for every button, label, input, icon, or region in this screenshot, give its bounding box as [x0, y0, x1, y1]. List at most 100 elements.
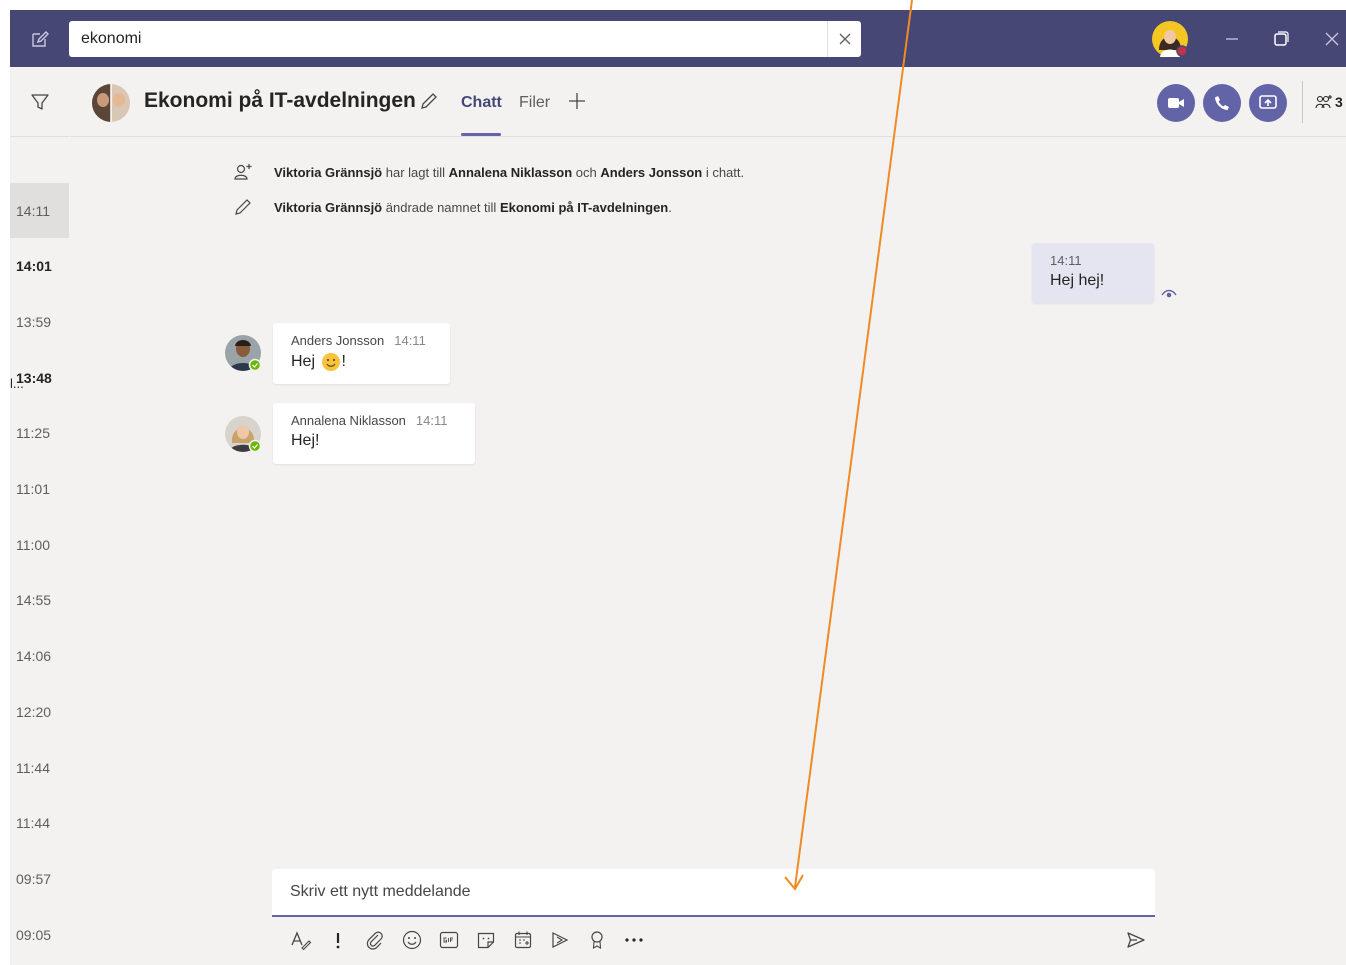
participants-button[interactable]: 3: [1302, 81, 1346, 123]
compose-icon: [31, 30, 49, 47]
chat-list-item-time[interactable]: 14:01: [10, 239, 69, 294]
system-message: Viktoria Grännsjö ändrade namnet till Ek…: [231, 196, 672, 218]
system-message: Viktoria Grännsjö har lagt till Annalena…: [231, 161, 744, 183]
emoji-icon: [402, 930, 422, 950]
pencil-icon: [421, 93, 437, 109]
smile-emoji: [322, 353, 341, 371]
share-screen-button[interactable]: [1249, 84, 1287, 122]
edit-name-button[interactable]: [419, 91, 441, 113]
target-name: Ekonomi på IT-avdelningen: [499, 199, 669, 215]
message-meta: Annalena Niklasson 14:11: [291, 413, 457, 428]
user-avatar[interactable]: [1151, 20, 1189, 58]
chat-list-item-time[interactable]: 11:00: [10, 517, 69, 572]
avatar-annalena-niklasson[interactable]: [224, 415, 262, 453]
paperclip-icon: [366, 931, 383, 950]
target-name[interactable]: Anders Jonsson: [600, 165, 702, 180]
video-camera-icon: [1168, 98, 1184, 108]
format-button[interactable]: [288, 927, 314, 953]
chat-header: Ekonomi på IT-avdelningen Chatt Filer 3: [70, 67, 1346, 137]
chat-list-item-time[interactable]: 09:57: [10, 851, 69, 906]
pencil-icon: [231, 196, 255, 218]
format-icon: [291, 931, 312, 950]
system-text: har lagt till: [382, 164, 449, 180]
my-message-bubble[interactable]: 14:11 Hej hej!: [1032, 243, 1154, 303]
message-time: 14:11: [1050, 253, 1082, 268]
message-time: 14:11: [394, 333, 426, 348]
system-text: ändrade namnet till: [382, 199, 500, 215]
chat-list-item-time[interactable]: 13:59: [10, 294, 69, 349]
group-photo-icon: [92, 84, 130, 122]
chat-list-item-time[interactable]: 09:05: [10, 907, 69, 962]
avatar-anders-jonsson[interactable]: [224, 334, 262, 372]
chat-list-item-time[interactable]: 12:20: [10, 684, 69, 739]
chat-list-item-time[interactable]: 11:44: [10, 740, 69, 795]
plus-icon: [569, 93, 585, 109]
share-screen-icon: [1259, 95, 1277, 109]
group-avatar: [92, 84, 130, 122]
send-button[interactable]: [1122, 927, 1150, 953]
tab-chatt[interactable]: Chatt: [461, 94, 502, 112]
message-author[interactable]: Anders Jonsson: [291, 333, 384, 348]
chat-list-item-time[interactable]: 11:25: [10, 406, 69, 461]
chat-list-item-time[interactable]: 11:44: [10, 796, 69, 851]
maximize-button[interactable]: [1265, 23, 1297, 55]
sticker-button[interactable]: [473, 927, 499, 953]
chat-list-item-time[interactable]: 14:06: [10, 629, 69, 684]
compose-box: [272, 869, 1155, 917]
audio-call-button[interactable]: [1203, 84, 1241, 122]
gif-button[interactable]: [436, 927, 462, 953]
praise-button[interactable]: [584, 927, 610, 953]
video-call-button[interactable]: [1157, 84, 1195, 122]
minimize-button[interactable]: [1216, 23, 1248, 55]
chat-title: Ekonomi på IT-avdelningen: [144, 89, 416, 112]
profile-photo-icon: [225, 335, 262, 372]
attach-button[interactable]: [362, 927, 388, 953]
system-text: och: [572, 164, 601, 180]
people-add-icon: [1315, 95, 1332, 109]
message-meta: Anders Jonsson 14:11: [291, 333, 432, 348]
eye-icon: [1161, 289, 1177, 298]
send-icon: [1127, 932, 1145, 948]
title-bar: [10, 10, 1346, 67]
calendar-icon: [514, 931, 532, 949]
minimize-icon: [1226, 38, 1238, 40]
target-name[interactable]: Annalena Niklasson: [449, 165, 573, 180]
new-chat-button[interactable]: [10, 10, 69, 67]
close-icon: [839, 33, 850, 45]
filter-icon: [30, 93, 49, 110]
chat-list-item-time[interactable]: 11:01: [10, 462, 69, 517]
message-bubble[interactable]: Annalena Niklasson 14:11 Hej!: [273, 403, 475, 464]
filter-button[interactable]: [10, 67, 69, 137]
clear-search-button[interactable]: [827, 21, 861, 57]
message-bubble[interactable]: Anders Jonsson 14:11 Hej !: [273, 323, 450, 384]
system-text: .: [668, 199, 672, 215]
truncated-chat-name: l...: [10, 376, 24, 391]
stream-button[interactable]: [547, 927, 573, 953]
chat-list-item-time[interactable]: 14:11: [10, 183, 69, 238]
message-meta: 14:11: [1050, 253, 1136, 268]
chat-list-column: 14:11 14:01 13:59 13:48 11:25 11:01 11:00 14:55…: [10, 67, 70, 965]
tab-filer[interactable]: Filer: [519, 94, 550, 112]
emoji-button[interactable]: [399, 927, 425, 953]
system-message-text: Viktoria Grännsjö ändrade namnet till Ek…: [274, 200, 672, 215]
add-tab-button[interactable]: [567, 91, 589, 113]
importance-button[interactable]: [325, 927, 351, 953]
actor-name[interactable]: Viktoria Grännsjö: [274, 165, 382, 180]
message-text: Hej hej!: [1050, 272, 1105, 289]
close-window-button[interactable]: [1316, 23, 1346, 55]
schedule-meeting-button[interactable]: [510, 927, 536, 953]
more-options-button[interactable]: [621, 927, 647, 953]
participants-count: 3: [1335, 94, 1343, 110]
search-input[interactable]: [81, 21, 821, 57]
teams-window: 14:1114:0113:5913:4811:2511:0111:0014:55…: [10, 10, 1346, 965]
system-text: i chatt.: [702, 164, 745, 180]
message-author[interactable]: Annalena Niklasson: [291, 413, 406, 428]
chat-list-item-time[interactable]: 14:55: [10, 573, 69, 628]
restore-icon: [1274, 31, 1289, 46]
gif-icon: [439, 931, 459, 949]
actor-name[interactable]: Viktoria Grännsjö: [274, 200, 382, 215]
profile-photo-icon: [225, 416, 262, 453]
message-input[interactable]: [290, 869, 1130, 915]
profile-photo-icon: [1152, 21, 1188, 57]
add-person-icon: [231, 161, 255, 183]
